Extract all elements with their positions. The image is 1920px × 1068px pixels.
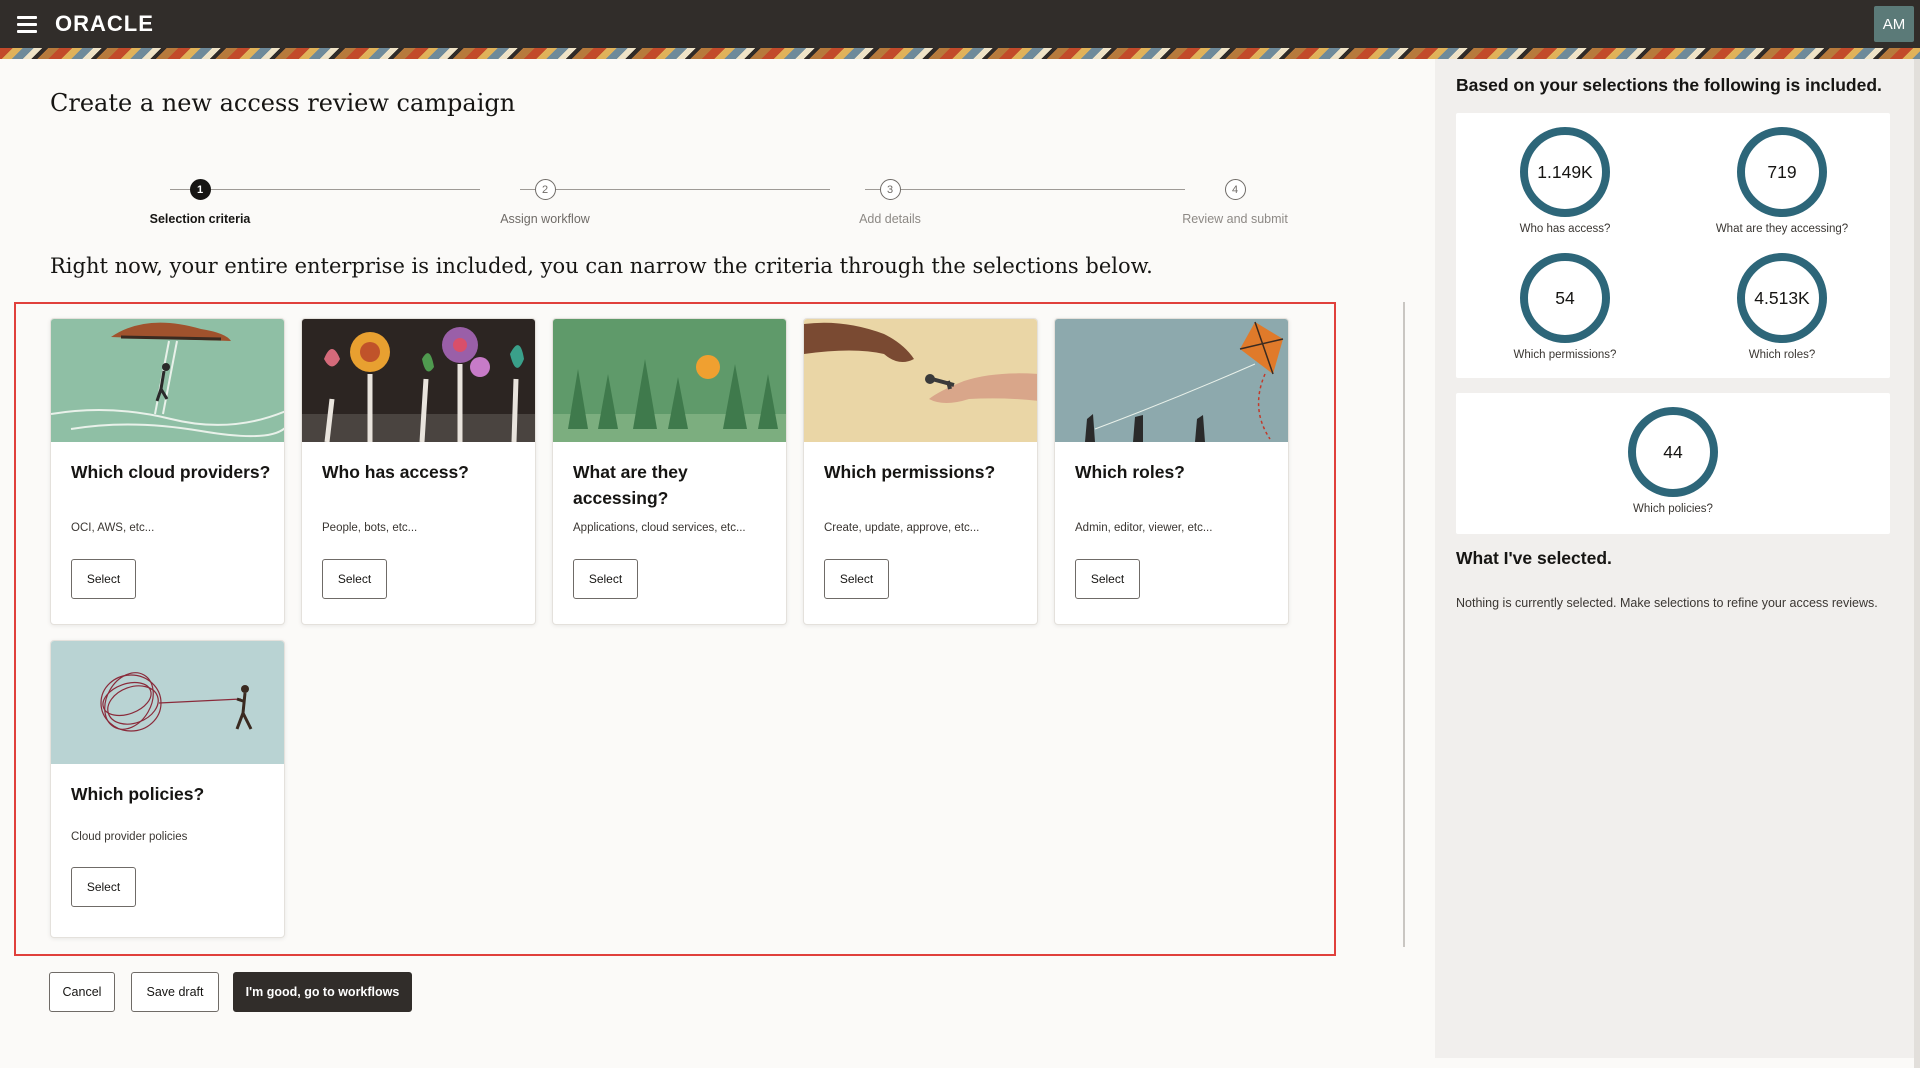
decorative-banner (0, 48, 1920, 59)
metric-which-permissions: 54 Which permissions? (1475, 253, 1655, 361)
step-label: Review and submit (1182, 212, 1288, 226)
metrics-card: 1.149K Who has access? 719 What are they… (1456, 113, 1890, 378)
card-which-roles: Which roles? Admin, editor, viewer, etc.… (1054, 318, 1289, 625)
select-which-policies-button[interactable]: Select (71, 867, 136, 907)
hands-key-illustration (804, 319, 1037, 442)
metric-label: Which permissions? (1513, 349, 1617, 361)
card-description: Create, update, approve, etc... (824, 522, 980, 534)
card-cloud-providers: Which cloud providers? OCI, AWS, etc... … (50, 318, 285, 625)
panel-scrollbar[interactable] (1914, 59, 1920, 1068)
policies-metric-card: 44 Which policies? (1456, 393, 1890, 534)
metric-ring: 44 (1628, 407, 1718, 497)
tangled-string-illustration (51, 641, 284, 764)
card-description: OCI, AWS, etc... (71, 522, 155, 534)
summary-title: Based on your selections the following i… (1456, 75, 1882, 95)
top-navigation-bar: ORACLE AM (0, 0, 1920, 48)
panel-bottom-edge (1435, 1058, 1914, 1068)
kite-illustration (1055, 319, 1288, 442)
train-step-selection-criteria[interactable]: 1 Selection criteria (100, 179, 300, 226)
step-label: Add details (859, 212, 921, 226)
step-train: 1 Selection criteria 2 Assign workflow 3… (150, 169, 1288, 239)
forest-sun-illustration (553, 319, 786, 442)
train-step-review-and-submit: 4 Review and submit (1135, 179, 1335, 226)
card-description: People, bots, etc... (322, 522, 418, 534)
go-to-workflows-button[interactable]: I'm good, go to workflows (233, 972, 412, 1012)
selected-heading: What I've selected. (1456, 548, 1612, 568)
card-which-policies: Which policies? Cloud provider policies … (50, 640, 285, 938)
select-which-roles-button[interactable]: Select (1075, 559, 1140, 599)
select-who-has-access-button[interactable]: Select (322, 559, 387, 599)
card-which-permissions: Which permissions? Create, update, appro… (803, 318, 1038, 625)
metric-what-are-they-accessing: 719 What are they accessing? (1692, 127, 1872, 235)
train-step-add-details: 3 Add details (790, 179, 990, 226)
metric-who-has-access: 1.149K Who has access? (1475, 127, 1655, 235)
metric-ring: 4.513K (1737, 253, 1827, 343)
save-draft-button[interactable]: Save draft (131, 972, 219, 1012)
step-number: 4 (1224, 179, 1246, 200)
metric-which-roles: 4.513K Which roles? (1692, 253, 1872, 361)
step-number: 3 (879, 179, 901, 200)
step-label: Selection criteria (149, 212, 251, 226)
cancel-button[interactable]: Cancel (49, 972, 115, 1012)
oracle-logo[interactable]: ORACLE (55, 11, 154, 37)
step-number: 2 (534, 179, 556, 200)
metric-label: Which roles? (1748, 349, 1816, 361)
selected-description: Nothing is currently selected. Make sele… (1456, 596, 1878, 610)
metric-ring: 54 (1520, 253, 1610, 343)
metric-label: What are they accessing? (1715, 223, 1849, 235)
intro-text: Right now, your entire enterprise is inc… (50, 254, 1153, 278)
select-cloud-providers-button[interactable]: Select (71, 559, 136, 599)
card-title: Which policies? (71, 784, 205, 804)
card-what-are-they-accessing: What are they accessing? Applications, c… (552, 318, 787, 625)
card-who-has-access: Who has access? People, bots, etc... Sel… (301, 318, 536, 625)
card-title: What are they accessing? (573, 462, 688, 508)
select-what-are-they-accessing-button[interactable]: Select (573, 559, 638, 599)
metric-label: Which policies? (1633, 503, 1713, 515)
metric-which-policies: 44 Which policies? (1583, 407, 1763, 515)
metric-ring: 719 (1737, 127, 1827, 217)
page-title: Create a new access review campaign (50, 89, 516, 117)
card-title: Which roles? (1075, 462, 1185, 482)
scrollbar[interactable] (1403, 302, 1405, 947)
metric-label: Who has access? (1519, 223, 1611, 235)
step-number: 1 (189, 179, 211, 200)
hamburger-menu-icon[interactable] (17, 12, 41, 36)
step-label: Assign workflow (500, 212, 590, 226)
select-which-permissions-button[interactable]: Select (824, 559, 889, 599)
summary-panel: Based on your selections the following i… (1435, 59, 1920, 1068)
train-step-assign-workflow[interactable]: 2 Assign workflow (445, 179, 645, 226)
main-content: Create a new access review campaign 1 Se… (0, 59, 1435, 1068)
hands-flowers-illustration (302, 319, 535, 442)
user-avatar[interactable]: AM (1874, 6, 1914, 42)
card-title: Which permissions? (824, 462, 996, 482)
card-title: Which cloud providers? (71, 462, 271, 482)
card-description: Admin, editor, viewer, etc... (1075, 522, 1213, 534)
metric-ring: 1.149K (1520, 127, 1610, 217)
card-description: Applications, cloud services, etc... (573, 522, 746, 534)
climber-cloud-illustration (51, 319, 284, 442)
card-title: Who has access? (322, 462, 469, 482)
card-description: Cloud provider policies (71, 831, 188, 843)
